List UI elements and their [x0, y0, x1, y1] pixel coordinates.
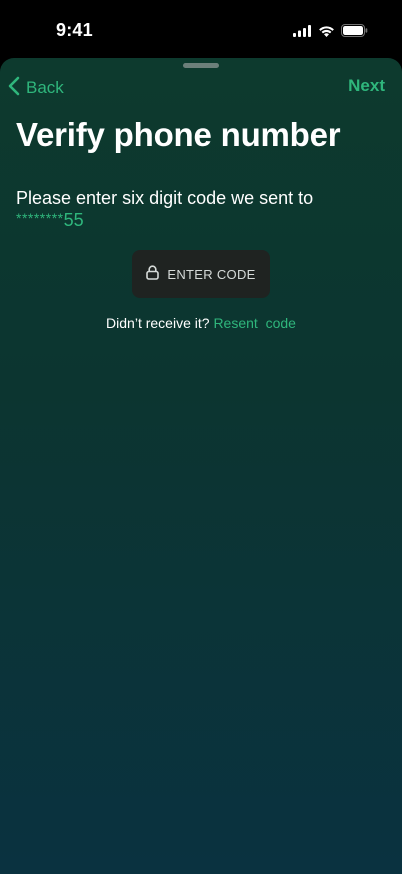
- back-button[interactable]: Back: [8, 74, 64, 102]
- lock-icon: [146, 265, 160, 283]
- masked-digits: ********: [16, 210, 64, 226]
- navigation-bar: Back Next: [0, 74, 402, 102]
- masked-phone-number: ********55: [16, 210, 84, 231]
- status-bar: 9:41: [0, 0, 402, 58]
- next-button[interactable]: Next: [348, 76, 385, 96]
- instruction-text: Please enter six digit code we sent to: [16, 188, 314, 208]
- sheet-grabber[interactable]: [183, 63, 219, 68]
- status-time: 9:41: [56, 20, 93, 40]
- phone-screen: 9:41 Back Next Verify phone number Pleas…: [0, 0, 402, 874]
- back-label: Back: [26, 78, 64, 97]
- resend-row: Didn’t receive it? Resent code: [0, 315, 402, 331]
- wifi-icon: [318, 24, 335, 42]
- resend-code-link[interactable]: Resent code: [213, 315, 296, 331]
- chevron-left-icon: [8, 76, 20, 101]
- visible-digits: 55: [63, 210, 84, 230]
- enter-code-button[interactable]: ENTER CODE: [132, 250, 270, 298]
- status-icons: [293, 24, 368, 42]
- enter-code-label: ENTER CODE: [167, 266, 256, 282]
- resend-prompt: Didn’t receive it?: [106, 315, 210, 331]
- modal-sheet: Back Next Verify phone number Please ent…: [0, 58, 402, 874]
- page-title: Verify phone number: [16, 116, 341, 153]
- cellular-signal-icon: [293, 24, 312, 42]
- battery-icon: [341, 24, 368, 42]
